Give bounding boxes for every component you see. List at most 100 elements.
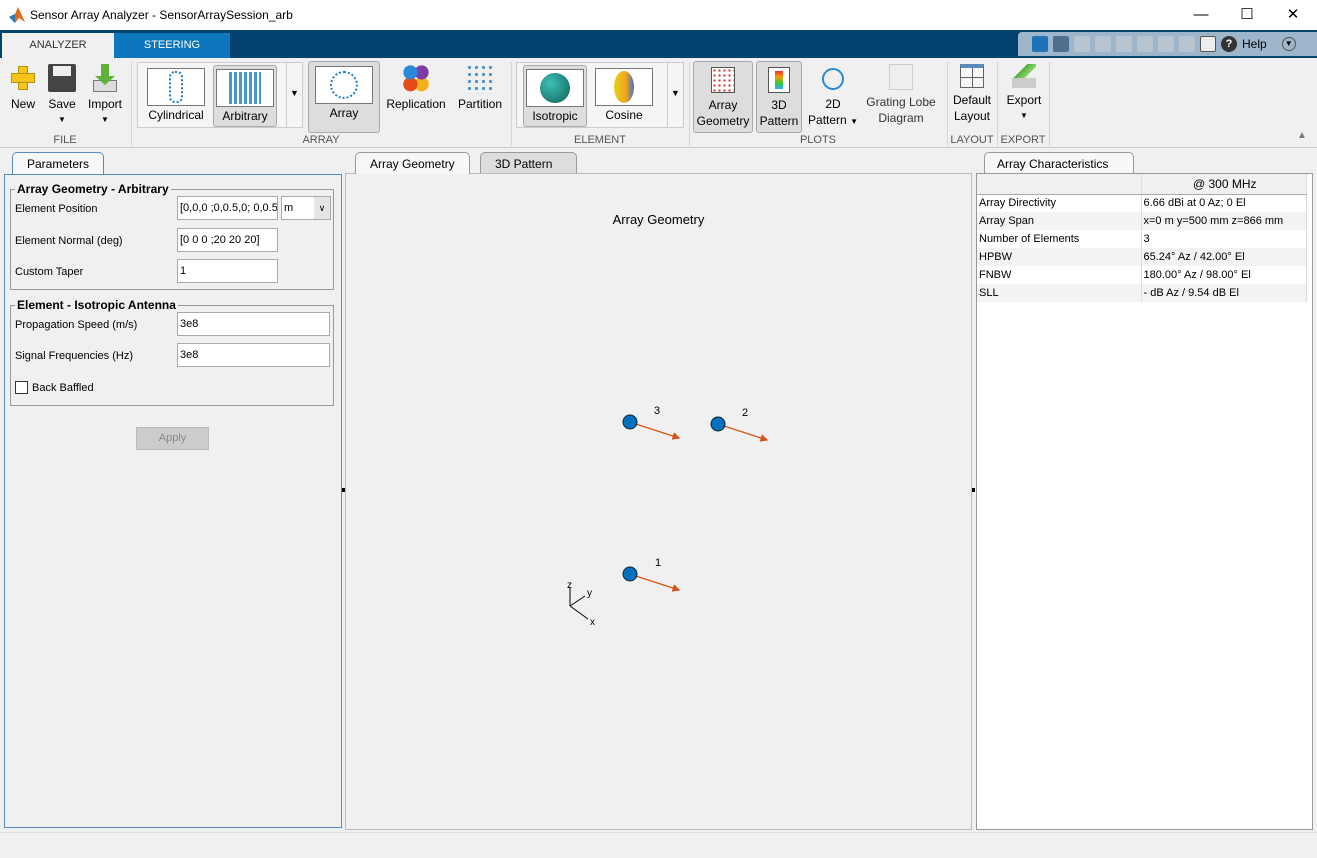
row-label: SLL [977, 284, 1142, 302]
export-button[interactable]: Export ▼ [1002, 62, 1046, 124]
table-row: Number of Elements 3 [977, 230, 1307, 248]
pattern-icon[interactable] [1053, 36, 1069, 52]
element-1[interactable]: 1 [622, 557, 681, 592]
element-marker [710, 416, 726, 432]
row-value: 65.24° Az / 42.00° El [1141, 248, 1307, 266]
isotropic-sphere-icon [540, 73, 570, 103]
propagation-speed-input[interactable]: 3e8 [177, 312, 330, 336]
grating-lobe-icon [889, 64, 913, 90]
normal-arrow [629, 573, 681, 592]
signal-frequencies-label: Signal Frequencies (Hz) [15, 350, 133, 362]
parameters-panel: Parameters Array Geometry - Arbitrary El… [2, 150, 342, 830]
row-value: 6.66 dBi at 0 Az; 0 El [1141, 194, 1307, 212]
row-label: Array Span [977, 212, 1142, 230]
ribbon: New Save ▼ Import ▼ FILE Cylindrical Arbit… [0, 58, 1317, 148]
axes-triad: z y x [567, 580, 595, 628]
expand-menu-icon[interactable]: ▼ [1281, 37, 1296, 51]
array-gallery: Cylindrical Arbitrary ▼ [137, 62, 303, 128]
maximize-button[interactable]: ☐ [1224, 0, 1270, 30]
element-3[interactable]: 3 [622, 405, 681, 440]
window-title: Sensor Array Analyzer - SensorArraySessi… [30, 8, 293, 22]
layout-grid-icon [960, 64, 984, 88]
new-button[interactable]: New [6, 62, 40, 112]
array-button[interactable]: Array [308, 61, 380, 133]
plot-title: Array Geometry [612, 212, 705, 227]
section-export: EXPORT [1000, 134, 1046, 146]
gallery-isotropic[interactable]: Isotropic [523, 65, 587, 127]
tab-3d-pattern[interactable]: 3D Pattern [480, 152, 577, 174]
row-value: 3 [1141, 230, 1307, 248]
tab-steering[interactable]: STEERING [114, 33, 230, 58]
replication-icon [402, 64, 430, 92]
array-gallery-expand[interactable]: ▼ [286, 63, 302, 127]
cylindrical-array-icon [169, 71, 183, 103]
apply-button[interactable]: Apply [136, 427, 209, 450]
right-splitter[interactable] [972, 488, 975, 492]
cosine-pattern-icon [614, 71, 634, 103]
row-value: 180.00° Az / 98.00° El [1141, 266, 1307, 284]
save-button[interactable]: Save ▼ [44, 62, 80, 128]
row-label: FNBW [977, 266, 1142, 284]
array-geometry-button[interactable]: Array Geometry [693, 61, 753, 133]
table-row: FNBW 180.00° Az / 98.00° El [977, 266, 1307, 284]
import-button[interactable]: Import ▼ [84, 62, 126, 128]
element-gallery-expand[interactable]: ▼ [667, 63, 683, 127]
collapse-ribbon-icon[interactable]: ▲ [1297, 130, 1307, 141]
tab-array-characteristics[interactable]: Array Characteristics [984, 152, 1134, 174]
custom-taper-label: Custom Taper [15, 266, 84, 278]
help-button[interactable]: Help [1242, 37, 1267, 51]
characteristics-panel: Array Characteristics @ 300 MHz Array Di… [976, 150, 1313, 830]
title-bar: Sensor Array Analyzer - SensorArraySessi… [0, 0, 1317, 30]
row-value: - dB Az / 9.54 dB El [1141, 284, 1307, 302]
section-plots: PLOTS [799, 134, 837, 146]
chevron-down-icon: ∨ [314, 197, 330, 219]
plot-panel: Array Geometry 3D Pattern Array Geometry… [345, 150, 972, 830]
tab-analyzer[interactable]: ANALYZER [2, 33, 114, 58]
gallery-arbitrary[interactable]: Arbitrary [213, 65, 277, 127]
propagation-speed-label: Propagation Speed (m/s) [15, 319, 138, 331]
cut-icon[interactable] [1095, 36, 1111, 52]
section-file: FILE [53, 134, 77, 146]
left-splitter[interactable] [342, 488, 345, 492]
arbitrary-array-icon [229, 72, 261, 104]
replication-button[interactable]: Replication [384, 62, 448, 112]
minimize-button[interactable]: — [1178, 0, 1224, 30]
element-position-input[interactable]: [0,0,0 ;0,0.5,0; 0,0.5 [177, 196, 278, 220]
unit-select[interactable]: m ∨ [281, 196, 331, 220]
characteristics-table: @ 300 MHz Array Directivity 6.66 dBi at 0… [977, 174, 1307, 302]
section-array: ARRAY [302, 134, 340, 146]
svg-text:y: y [587, 588, 592, 599]
redo-icon[interactable] [1179, 36, 1195, 52]
tab-array-geometry[interactable]: Array Geometry [355, 152, 470, 174]
signal-frequencies-input[interactable]: 3e8 [177, 343, 330, 367]
custom-taper-input[interactable]: 1 [177, 259, 278, 283]
element-normal-input[interactable]: [0 0 0 ;20 20 20] [177, 228, 278, 252]
2d-pattern-button[interactable]: 2D Pattern ▼ [806, 62, 860, 130]
save-icon[interactable] [1074, 36, 1090, 52]
default-layout-button[interactable]: Default Layout [950, 62, 994, 124]
paste-icon[interactable] [1137, 36, 1153, 52]
section-element: ELEMENT [574, 134, 626, 146]
array-geometry-icon [711, 67, 735, 93]
close-button[interactable]: ✕ [1270, 0, 1316, 30]
gallery-cylindrical[interactable]: Cylindrical [144, 65, 208, 127]
plus-icon [9, 64, 37, 92]
gallery-cosine[interactable]: Cosine [592, 65, 656, 127]
element-2[interactable]: 2 [710, 407, 769, 442]
copy-icon[interactable] [1116, 36, 1132, 52]
grating-lobe-button[interactable]: Grating Lobe Diagram [864, 62, 938, 126]
circle-array-icon [330, 71, 358, 99]
undo-icon[interactable] [1158, 36, 1174, 52]
window-layout-icon[interactable] [1200, 36, 1216, 52]
array-geometry-icon[interactable] [1032, 36, 1048, 52]
export-arrow-icon [1012, 64, 1036, 88]
element-label: 2 [742, 407, 748, 419]
table-row: SLL - dB Az / 9.54 dB El [977, 284, 1307, 302]
back-baffled-checkbox[interactable] [15, 381, 28, 394]
tab-parameters[interactable]: Parameters [12, 152, 105, 174]
3d-pattern-button[interactable]: 3D Pattern [756, 61, 802, 133]
help-icon[interactable]: ? [1221, 36, 1237, 52]
status-bar [0, 832, 1317, 858]
partition-button[interactable]: Partition [452, 62, 508, 112]
frequency-header: @ 300 MHz [1141, 174, 1307, 195]
